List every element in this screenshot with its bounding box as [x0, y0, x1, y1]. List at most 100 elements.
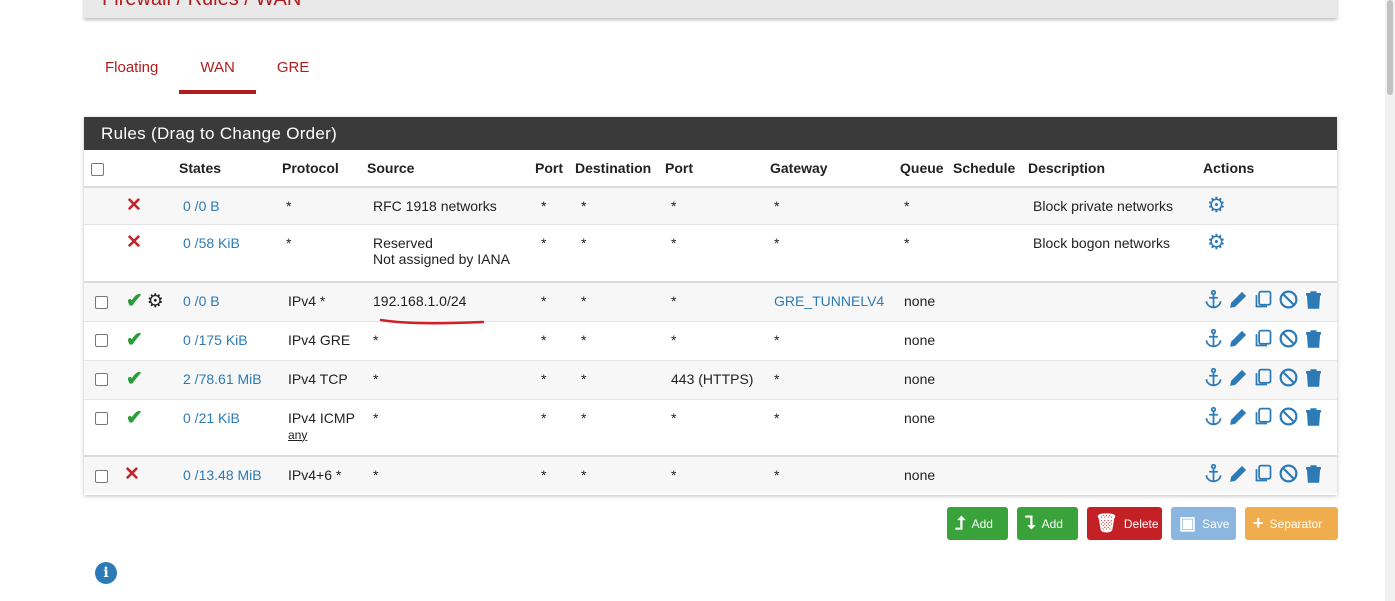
- breadcrumb-firewall[interactable]: Firewall: [102, 0, 171, 10]
- table-row[interactable]: ✔ 0 /175 KiB IPv4 GRE * * * * * none: [84, 320, 1337, 360]
- source-port-cell: *: [531, 223, 571, 282]
- scrollbar-thumb[interactable]: [1387, 0, 1393, 95]
- copy-icon[interactable]: [1253, 289, 1274, 310]
- arrow-up-icon: ⮥: [955, 513, 966, 533]
- trash-icon[interactable]: [1303, 406, 1324, 427]
- description-cell: [1024, 281, 1199, 321]
- select-all-checkbox[interactable]: [91, 162, 104, 176]
- pass-check-icon[interactable]: ✔: [126, 290, 143, 312]
- table-row[interactable]: ✔ ⚙ 0 /0 B IPv4 * 192.168.1.0/24 * * * GR…: [84, 281, 1337, 321]
- trash-icon[interactable]: [1303, 289, 1324, 310]
- edit-pencil-icon[interactable]: [1228, 406, 1249, 427]
- edit-pencil-icon[interactable]: [1228, 367, 1249, 388]
- table-row[interactable]: ✕ 0 /58 KiB * Reserved Not assigned by I…: [84, 223, 1337, 282]
- states-link[interactable]: 0 /175 KiB: [183, 332, 248, 348]
- delete-button[interactable]: 🗑 Delete: [1087, 507, 1162, 540]
- col-destination-port[interactable]: Port: [661, 150, 766, 188]
- block-icon[interactable]: ✕: [124, 464, 140, 485]
- anchor-icon[interactable]: [1203, 289, 1224, 310]
- settings-gear-icon[interactable]: ⚙: [1207, 231, 1226, 254]
- pass-check-icon[interactable]: ✔: [126, 368, 143, 390]
- states-link[interactable]: 0 /58 KiB: [183, 235, 240, 251]
- disable-icon[interactable]: [1278, 289, 1299, 310]
- states-link[interactable]: 0 /21 KiB: [183, 410, 240, 426]
- source-cell: RFC 1918 networks: [363, 186, 531, 224]
- disable-icon[interactable]: [1278, 367, 1299, 388]
- trash-icon[interactable]: [1303, 328, 1324, 349]
- col-states[interactable]: States: [175, 150, 278, 188]
- queue-cell: none: [896, 455, 949, 493]
- page-scrollbar[interactable]: [1385, 0, 1395, 601]
- table-row[interactable]: ✔ 0 /21 KiB IPv4 ICMP any * * * * * none: [84, 398, 1337, 456]
- breadcrumb-rules[interactable]: Rules: [188, 0, 239, 10]
- trash-icon: 🗑: [1095, 513, 1118, 533]
- breadcrumb-separator: /: [176, 0, 187, 10]
- states-link[interactable]: 0 /0 B: [183, 293, 220, 309]
- trash-icon[interactable]: [1303, 463, 1324, 484]
- disable-icon[interactable]: [1278, 328, 1299, 349]
- pass-check-icon[interactable]: ✔: [126, 407, 143, 429]
- anchor-icon[interactable]: [1203, 367, 1224, 388]
- add-top-button[interactable]: ⮥ Add: [947, 507, 1008, 540]
- col-source-port[interactable]: Port: [531, 150, 571, 188]
- col-gateway[interactable]: Gateway: [766, 150, 896, 188]
- gateway-cell: *: [766, 320, 896, 360]
- edit-pencil-icon[interactable]: [1228, 289, 1249, 310]
- col-protocol[interactable]: Protocol: [278, 150, 363, 188]
- col-source[interactable]: Source: [363, 150, 531, 188]
- pass-check-icon[interactable]: ✔: [126, 329, 143, 351]
- source-port-cell: *: [531, 359, 571, 399]
- anchor-icon[interactable]: [1203, 328, 1224, 349]
- schedule-cell: [949, 186, 1024, 224]
- anchor-icon[interactable]: [1203, 406, 1224, 427]
- schedule-cell: [949, 398, 1024, 456]
- table-row[interactable]: ✕ 0 /0 B * RFC 1918 networks * * * * * B…: [84, 186, 1337, 224]
- add-bottom-button[interactable]: ⮧ Add: [1017, 507, 1078, 540]
- disable-icon[interactable]: [1278, 406, 1299, 427]
- trash-icon[interactable]: [1303, 367, 1324, 388]
- underline-annotation: [379, 318, 485, 325]
- separator-button[interactable]: + Separator: [1245, 507, 1338, 540]
- destination-port-cell: *: [661, 455, 766, 493]
- save-button[interactable]: ▣ Save: [1171, 507, 1236, 540]
- states-link[interactable]: 2 /78.61 MiB: [183, 371, 262, 387]
- table-row[interactable]: ✕ 0 /13.48 MiB IPv4+6 * * * * * * none: [84, 455, 1337, 493]
- protocol-cell: IPv4+6 *: [278, 455, 363, 493]
- col-destination[interactable]: Destination: [571, 150, 661, 188]
- edit-pencil-icon[interactable]: [1228, 328, 1249, 349]
- disable-icon[interactable]: [1278, 463, 1299, 484]
- source-cell: 192.168.1.0/24: [363, 281, 531, 321]
- tab-gre[interactable]: GRE: [256, 50, 331, 94]
- schedule-cell: [949, 223, 1024, 282]
- info-icon[interactable]: i: [95, 562, 117, 584]
- source-port-cell: *: [531, 398, 571, 456]
- icmp-type-link[interactable]: any: [288, 428, 359, 442]
- gateway-link[interactable]: GRE_TUNNELV4: [774, 293, 884, 309]
- states-link[interactable]: 0 /0 B: [183, 198, 220, 214]
- tab-wan[interactable]: WAN: [179, 50, 257, 94]
- protocol-cell: *: [278, 223, 363, 282]
- row-checkbox[interactable]: [95, 334, 108, 348]
- gateway-cell: *: [766, 455, 896, 493]
- anchor-icon[interactable]: [1203, 463, 1224, 484]
- col-description[interactable]: Description: [1024, 150, 1199, 188]
- advanced-gear-icon: ⚙: [146, 291, 164, 312]
- settings-gear-icon[interactable]: ⚙: [1207, 194, 1226, 217]
- row-checkbox[interactable]: [95, 412, 108, 426]
- source-cell: *: [363, 320, 531, 360]
- edit-pencil-icon[interactable]: [1228, 463, 1249, 484]
- row-checkbox[interactable]: [95, 469, 108, 483]
- row-checkbox[interactable]: [95, 295, 108, 309]
- row-checkbox[interactable]: [95, 373, 108, 387]
- copy-icon[interactable]: [1253, 463, 1274, 484]
- col-queue[interactable]: Queue: [896, 150, 949, 188]
- tab-floating[interactable]: Floating: [84, 50, 179, 94]
- copy-icon[interactable]: [1253, 406, 1274, 427]
- table-row[interactable]: ✔ 2 /78.61 MiB IPv4 TCP * * * 443 (HTTPS…: [84, 359, 1337, 399]
- copy-icon[interactable]: [1253, 367, 1274, 388]
- states-link[interactable]: 0 /13.48 MiB: [183, 467, 262, 483]
- col-schedule[interactable]: Schedule: [949, 150, 1024, 188]
- destination-cell: *: [571, 223, 661, 282]
- gateway-cell: *: [766, 398, 896, 456]
- copy-icon[interactable]: [1253, 328, 1274, 349]
